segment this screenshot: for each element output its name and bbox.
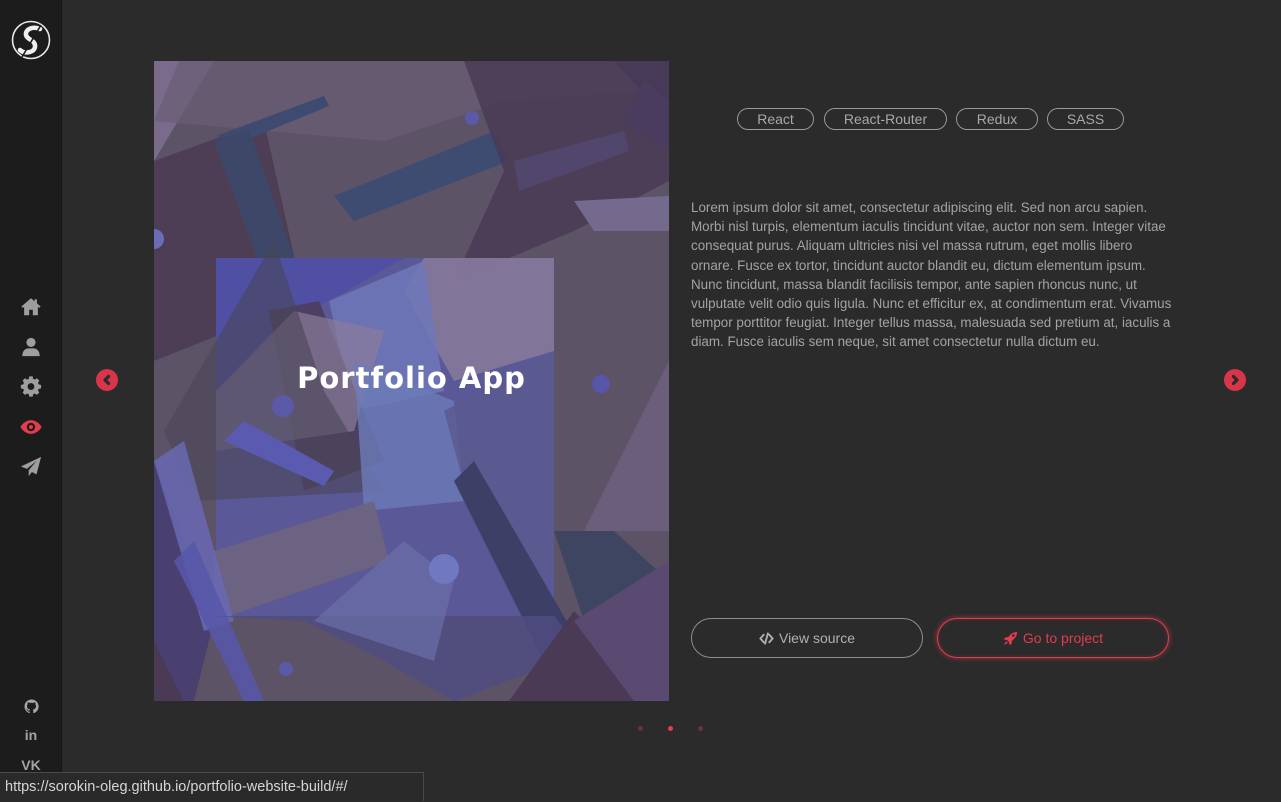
nav-paper-plane-icon[interactable]	[19, 455, 43, 479]
nav-user-icon[interactable]	[19, 335, 43, 359]
logo-s-icon[interactable]	[11, 20, 51, 60]
next-slide-button[interactable]	[1224, 369, 1246, 391]
go-to-project-label: Go to project	[1022, 630, 1104, 646]
project-title: Portfolio App	[297, 361, 526, 395]
tag-sass: SASS	[1047, 108, 1124, 130]
project-preview-image[interactable]: Portfolio App	[154, 61, 669, 701]
go-to-project-button[interactable]: Go to project	[937, 618, 1169, 658]
rocket-icon	[1003, 631, 1017, 645]
browser-status-url: https://sorokin-oleg.github.io/portfolio…	[0, 772, 424, 801]
prev-slide-button[interactable]	[96, 369, 118, 391]
nav-gear-icon[interactable]	[19, 375, 43, 399]
chevron-right-icon	[1231, 374, 1239, 386]
code-icon	[759, 631, 774, 645]
github-icon[interactable]	[22, 697, 40, 715]
view-source-button[interactable]: View source	[691, 618, 923, 658]
view-source-label: View source	[778, 630, 855, 646]
tag-react: React	[737, 108, 814, 130]
carousel-pagination	[0, 726, 1281, 734]
nav-eye-icon[interactable]	[19, 415, 43, 439]
tag-redux: Redux	[956, 108, 1038, 130]
tag-react-router: React-Router	[824, 108, 947, 130]
carousel-dot-1[interactable]	[638, 726, 643, 731]
carousel-dot-3[interactable]	[698, 726, 703, 731]
tech-tags: React React-Router Redux SASS	[0, 108, 1281, 132]
nav-home-icon[interactable]	[19, 295, 43, 319]
carousel-dot-2[interactable]	[668, 726, 673, 731]
chevron-left-icon	[103, 374, 111, 386]
project-description: Lorem ipsum dolor sit amet, consectetur …	[691, 200, 1172, 350]
